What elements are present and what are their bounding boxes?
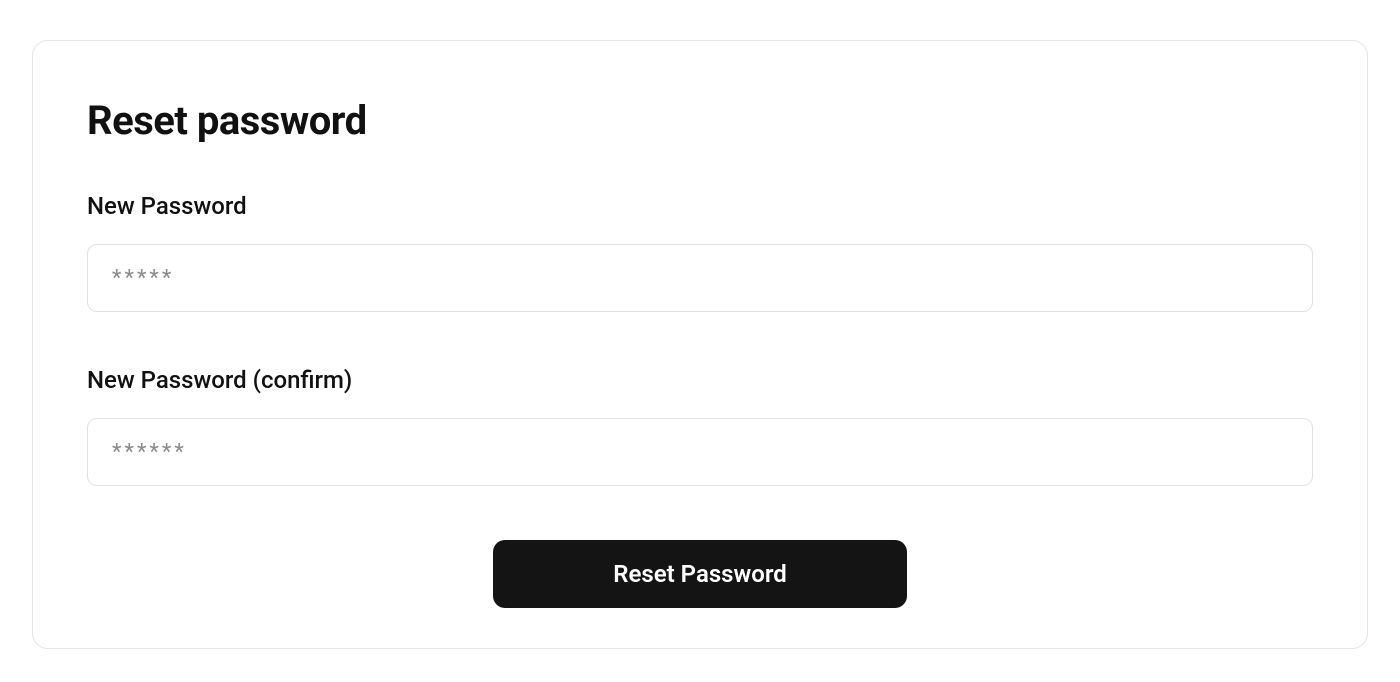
- new-password-group: New Password: [87, 192, 1313, 312]
- confirm-password-group: New Password (confirm): [87, 366, 1313, 486]
- new-password-label: New Password: [87, 192, 1313, 220]
- submit-button-wrap: Reset Password: [87, 540, 1313, 608]
- reset-password-card: Reset password New Password New Password…: [32, 40, 1368, 649]
- new-password-input[interactable]: [87, 244, 1313, 312]
- reset-password-button[interactable]: Reset Password: [493, 540, 907, 608]
- page-title: Reset password: [87, 97, 1313, 144]
- confirm-password-input[interactable]: [87, 418, 1313, 486]
- confirm-password-label: New Password (confirm): [87, 366, 1313, 394]
